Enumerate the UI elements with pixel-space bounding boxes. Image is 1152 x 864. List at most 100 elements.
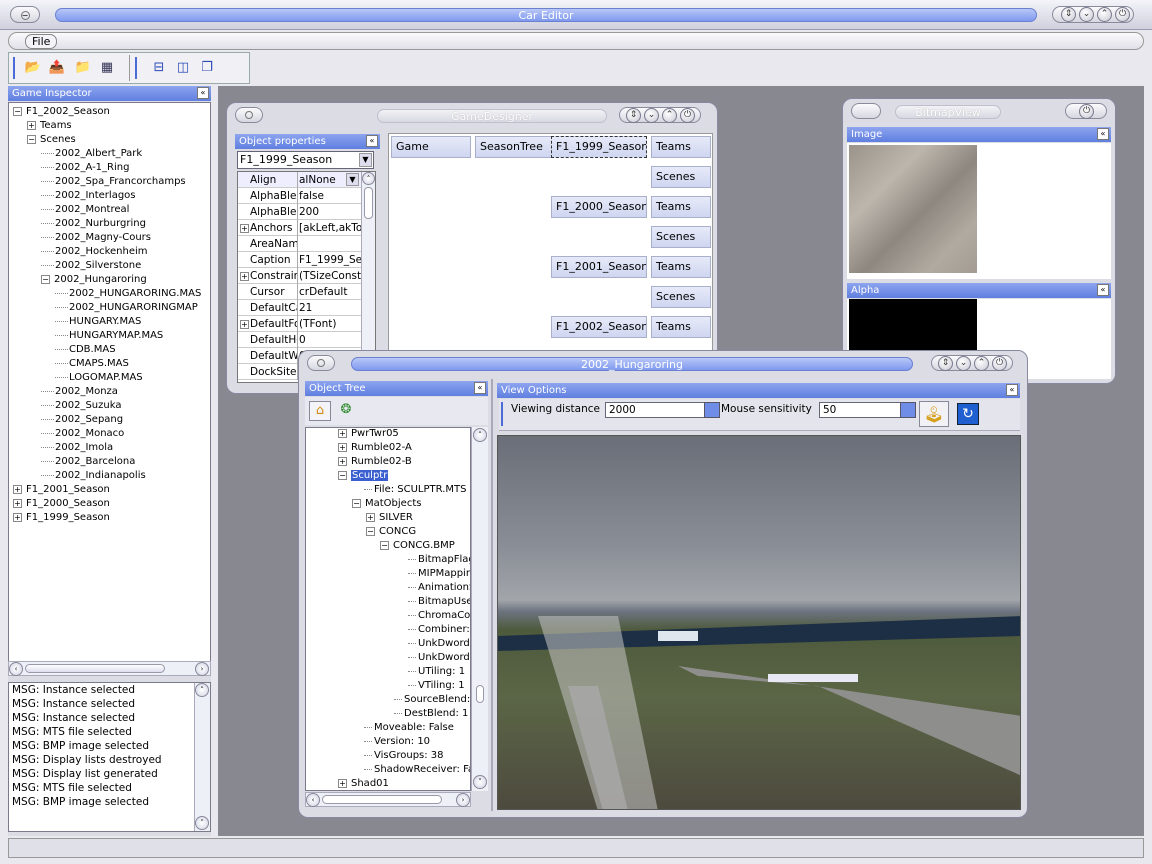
system-menu-button[interactable]: − — [10, 6, 40, 23]
3d-viewport[interactable] — [497, 435, 1021, 810]
property-value[interactable]: (TSizeConstraints) — [299, 268, 361, 284]
node-scenes[interactable]: Scenes — [651, 166, 711, 188]
maximize-icon[interactable]: ⌃ — [974, 356, 989, 371]
object-tree-item[interactable]: AnimationSpeed: 0 — [408, 581, 470, 595]
game-inspector-tree[interactable]: − F1_2002_Season + Teams − Scenes 2002_Albert_… — [8, 102, 211, 675]
node-season-2001[interactable]: F1_2001_Season — [551, 256, 647, 278]
object-selector[interactable]: F1_1999_Season ▼ — [237, 151, 374, 169]
collapse-icon[interactable]: « — [197, 87, 209, 99]
minimize-icon[interactable]: ⌄ — [644, 108, 659, 123]
expand-icon[interactable]: + — [338, 778, 347, 788]
save-up-icon[interactable]: 📤 — [47, 59, 67, 77]
expand-icon[interactable]: + — [366, 512, 375, 522]
object-tree-item[interactable]: − CONCG.BMP — [380, 539, 455, 553]
property-row[interactable]: +Anchors [akLeft,akTop] — [238, 220, 362, 236]
cascade-icon[interactable]: ❐ — [197, 59, 217, 77]
object-tree-item[interactable]: + Rumble02-B — [338, 455, 412, 469]
property-row[interactable]: +DefaultFont(TFont) — [238, 316, 362, 332]
collapse-tree-icon[interactable]: − — [13, 106, 22, 116]
folder-icon[interactable]: 📁 — [73, 59, 93, 77]
close-icon[interactable]: ⏻ — [1079, 104, 1094, 119]
node-teams[interactable]: Teams — [651, 196, 711, 218]
property-value[interactable]: crDefault — [299, 284, 361, 300]
inspector-tree-item[interactable]: 2002_Imola — [41, 441, 113, 455]
property-row[interactable]: AlphaBlendfalse — [238, 188, 362, 204]
node-game[interactable]: Game — [391, 136, 471, 158]
mouse-sensitivity-spin[interactable] — [900, 402, 916, 418]
joystick-icon[interactable]: 🕹 — [919, 401, 949, 427]
viewing-distance-spin[interactable] — [704, 402, 720, 418]
inspector-tree-item[interactable]: 2002_Montreal — [41, 203, 129, 217]
tile-vertical-icon[interactable]: ◫ — [173, 59, 193, 77]
expand-icon[interactable]: + — [338, 456, 347, 466]
message-scrollbar[interactable]: ˄ ˅ — [194, 683, 210, 831]
collapse-icon[interactable]: « — [1097, 284, 1109, 296]
inspector-tree-item[interactable]: 2002_Indianapolis — [41, 469, 146, 483]
inspector-tree-item[interactable]: −2002_Hungaroring — [41, 273, 147, 287]
node-season-2000[interactable]: F1_2000_Season — [551, 196, 647, 218]
object-tree-item[interactable]: + Shad01 — [338, 777, 389, 790]
collapse-tree-icon[interactable]: − — [338, 470, 347, 480]
expand-icon[interactable]: + — [13, 484, 22, 494]
horizontal-scrollbar[interactable]: ‹ › — [8, 661, 211, 676]
object-tree[interactable]: + PwrTwr05 + Rumble02-A + Rumble02-B − Sculptr F… — [305, 427, 471, 791]
bv-system-button[interactable] — [851, 103, 881, 119]
mouse-sensitivity-input[interactable]: 50 — [819, 402, 901, 418]
property-value[interactable]: (TFont) — [299, 316, 361, 332]
expand-icon[interactable]: + — [27, 120, 36, 130]
maximize-icon[interactable]: ⌃ — [662, 108, 677, 123]
dropdown-arrow-icon[interactable]: ▼ — [359, 153, 372, 167]
property-value[interactable]: [akLeft,akTop] — [299, 220, 361, 236]
collapse-tree-icon[interactable]: − — [352, 498, 361, 508]
expand-icon[interactable]: + — [13, 512, 22, 522]
inspector-tree-item[interactable]: 2002_Spa_Francorchamps — [41, 175, 186, 189]
viewing-distance-input[interactable]: 2000 — [605, 402, 705, 418]
expand-icon[interactable]: + — [13, 498, 22, 508]
inspector-tree-item[interactable]: − Scenes — [27, 133, 76, 147]
inspector-tree-item[interactable]: 2002_Monza — [41, 385, 118, 399]
property-row[interactable]: AreaName — [238, 236, 362, 252]
object-tree-item[interactable]: Combiner: No — [408, 623, 470, 637]
minimize-icon[interactable]: ⌄ — [956, 356, 971, 371]
node-season-2002[interactable]: F1_2002_Season — [551, 316, 647, 338]
close-icon[interactable]: ⏻ — [680, 108, 695, 123]
toolbar-grip[interactable] — [13, 57, 15, 79]
inspector-tree-item[interactable]: 2002_Barcelona — [41, 455, 135, 469]
inspector-tree-item[interactable]: 2002_Hockenheim — [41, 245, 148, 259]
refresh-icon[interactable]: ↻ — [957, 403, 979, 425]
object-tree-item[interactable]: − MatObjects — [352, 497, 421, 511]
object-tree-item[interactable]: SourceBlend: 2 — [394, 693, 470, 707]
menu-file[interactable]: File — [25, 34, 58, 49]
scroll-thumb[interactable] — [476, 685, 484, 703]
property-row[interactable]: +Constraints(TSizeConstraints) — [238, 268, 362, 284]
property-value[interactable]: alNone — [299, 172, 347, 188]
collapse-icon[interactable]: « — [1006, 384, 1018, 396]
node-teams[interactable]: Teams — [651, 316, 711, 338]
node-seasontree[interactable]: SeasonTree — [475, 136, 553, 158]
expand-icon[interactable]: + — [338, 428, 347, 438]
node-season-1999[interactable]: F1_1999_Season — [551, 136, 647, 158]
object-tree-item[interactable]: − CONCG — [366, 525, 416, 539]
maximize-icon[interactable]: ⌃ — [1097, 7, 1112, 22]
scroll-thumb[interactable] — [25, 664, 165, 673]
inspector-tree-item[interactable]: 2002_Nurburgring — [41, 217, 146, 231]
property-value[interactable]: 0 — [299, 332, 361, 348]
object-tree-item[interactable]: VisGroups: 38 — [364, 749, 444, 763]
inspector-tree-item[interactable]: HUNGARYMAP.MAS — [55, 329, 163, 343]
object-tree-item[interactable]: UTiling: 1 — [408, 665, 465, 679]
scroll-left-icon[interactable]: ‹ — [306, 793, 320, 807]
property-row[interactable]: AlphaBlendValue200 — [238, 204, 362, 220]
collapse-icon[interactable]: « — [1097, 128, 1109, 140]
open-green-icon[interactable]: 📂 — [23, 59, 43, 77]
property-row[interactable]: Caption F1_1999_Season — [238, 252, 362, 268]
scroll-right-icon[interactable]: › — [195, 662, 209, 676]
property-value[interactable]: false — [299, 188, 361, 204]
object-tree-item[interactable]: + SILVER — [366, 511, 413, 525]
inspector-tree-item[interactable]: CDB.MAS — [55, 343, 116, 357]
inspector-tree-item[interactable]: − F1_2002_Season — [13, 105, 110, 119]
scroll-up-icon[interactable]: ˄ — [362, 172, 375, 185]
expand-icon[interactable]: + — [240, 319, 249, 329]
restore-icon[interactable]: ⇕ — [938, 356, 953, 371]
object-tree-item[interactable]: + Rumble02-A — [338, 441, 412, 455]
tile-horizontal-icon[interactable]: ⊟ — [149, 59, 169, 77]
